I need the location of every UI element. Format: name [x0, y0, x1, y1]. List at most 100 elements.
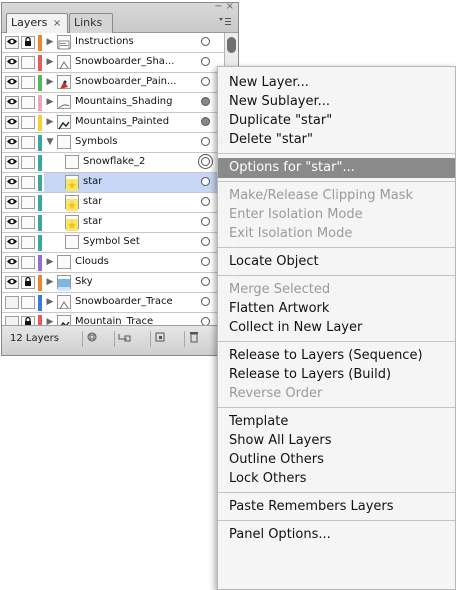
lock-toggle[interactable] — [21, 156, 35, 169]
target-icon[interactable] — [201, 277, 210, 286]
disclosure-closed-icon[interactable]: ▶ — [45, 56, 55, 68]
target-icon[interactable] — [201, 237, 210, 246]
layer-row[interactable]: Snowflake_2 — [2, 153, 224, 173]
tab-layers[interactable]: Layers × — [6, 13, 68, 33]
disclosure-closed-icon[interactable]: ▶ — [45, 36, 55, 48]
layer-name-cell[interactable]: ▶ Mountains_Painted — [44, 113, 224, 132]
target-icon[interactable] — [201, 37, 210, 46]
menu-item[interactable]: Release to Layers (Build) — [218, 365, 455, 385]
lock-toggle[interactable] — [21, 136, 35, 149]
menu-item[interactable]: Release to Layers (Sequence) — [218, 346, 455, 366]
menu-item[interactable]: Panel Options... — [218, 525, 455, 545]
menu-item[interactable]: Template — [218, 412, 455, 432]
layer-row[interactable]: star — [2, 193, 224, 213]
lock-toggle[interactable] — [21, 296, 35, 309]
menu-item[interactable]: Show All Layers — [218, 431, 455, 451]
target-icon[interactable] — [201, 157, 210, 166]
disclosure-open-icon[interactable]: ▼ — [45, 136, 55, 148]
lock-toggle[interactable] — [21, 196, 35, 209]
layer-row[interactable]: star — [2, 173, 224, 193]
eye-icon[interactable] — [5, 156, 19, 169]
lock-toggle[interactable] — [21, 176, 35, 189]
menu-item[interactable]: Flatten Artwork — [218, 299, 455, 319]
layer-row[interactable]: ▶ Mountains_Shading — [2, 93, 224, 113]
target-icon[interactable] — [201, 97, 210, 106]
lock-toggle[interactable] — [21, 96, 35, 109]
layer-row[interactable]: ▶ Mountains_Painted — [2, 113, 224, 133]
layer-row[interactable]: ▶ Clouds — [2, 253, 224, 273]
eye-icon[interactable] — [5, 36, 19, 49]
target-icon[interactable] — [201, 77, 210, 86]
minimize-icon[interactable]: − — [214, 2, 222, 12]
new-sublayer-button[interactable] — [114, 331, 133, 347]
eye-icon[interactable] — [5, 136, 19, 149]
disclosure-closed-icon[interactable]: ▶ — [45, 256, 55, 268]
menu-item[interactable]: Duplicate "star" — [218, 111, 455, 131]
disclosure-closed-icon[interactable]: ▶ — [45, 276, 55, 288]
tab-close-icon[interactable]: × — [53, 18, 61, 29]
tab-links[interactable]: Links — [69, 13, 113, 33]
menu-item[interactable]: New Layer... — [218, 73, 455, 93]
eye-icon[interactable] — [5, 256, 19, 269]
target-icon[interactable] — [201, 177, 210, 186]
lock-toggle[interactable] — [21, 256, 35, 269]
target-icon[interactable] — [201, 137, 210, 146]
make-clipping-mask-button[interactable] — [82, 331, 101, 347]
layer-name-cell[interactable]: star — [44, 193, 224, 212]
layer-row[interactable]: ▶ Snowboarder_Pain... — [2, 73, 224, 93]
layer-name-cell[interactable]: ▼ Symbols — [44, 133, 224, 152]
menu-item[interactable]: Paste Remembers Layers — [218, 497, 455, 517]
disclosure-closed-icon[interactable]: ▶ — [45, 296, 55, 308]
menu-item[interactable]: Delete "star" — [218, 130, 455, 150]
lock-toggle[interactable] — [21, 236, 35, 249]
menu-item[interactable]: New Sublayer... — [218, 92, 455, 112]
layer-name-cell[interactable]: ▶ Sky — [44, 273, 224, 292]
close-icon[interactable]: × — [226, 2, 234, 12]
layer-name-cell[interactable]: ▶ Snowboarder_Sha... — [44, 53, 224, 72]
target-icon[interactable] — [201, 197, 210, 206]
layer-row[interactable]: ▶ Snowboarder_Sha... — [2, 53, 224, 73]
layer-name-cell[interactable]: ▶ Snowboarder_Trace — [44, 293, 224, 312]
scrollbar-thumb[interactable] — [227, 37, 236, 53]
lock-toggle[interactable] — [21, 56, 35, 69]
eye-icon[interactable] — [5, 276, 19, 289]
lock-toggle[interactable] — [21, 76, 35, 89]
lock-toggle[interactable] — [21, 216, 35, 229]
lock-icon[interactable] — [21, 36, 35, 49]
menu-item[interactable]: Collect in New Layer — [218, 318, 455, 338]
disclosure-closed-icon[interactable]: ▶ — [45, 116, 55, 128]
disclosure-closed-icon[interactable]: ▶ — [45, 96, 55, 108]
eye-icon[interactable] — [5, 196, 19, 209]
layer-row[interactable]: ▶ Instructions — [2, 33, 224, 53]
lock-toggle[interactable] — [21, 116, 35, 129]
layer-row[interactable]: ▶ Snowboarder_Trace — [2, 293, 224, 313]
layer-name-cell[interactable]: ▶ Clouds — [44, 253, 224, 272]
disclosure-closed-icon[interactable]: ▶ — [45, 76, 55, 88]
layer-name-cell[interactable]: ▶ Snowboarder_Pain... — [44, 73, 224, 92]
eye-icon[interactable] — [5, 116, 19, 129]
eye-icon[interactable] — [5, 76, 19, 89]
layer-name-cell[interactable]: Symbol Set — [44, 233, 224, 252]
layer-row[interactable]: ▶ Sky — [2, 273, 224, 293]
eye-icon[interactable] — [5, 216, 19, 229]
target-icon[interactable] — [201, 217, 210, 226]
eye-icon[interactable] — [5, 96, 19, 109]
layer-row[interactable]: Symbol Set — [2, 233, 224, 253]
target-icon[interactable] — [201, 257, 210, 266]
menu-item[interactable]: Options for "star"... — [218, 158, 455, 178]
layer-name-cell[interactable]: ▶ Mountains_Shading — [44, 93, 224, 112]
target-icon[interactable] — [201, 297, 210, 306]
eye-icon[interactable] — [5, 56, 19, 69]
layer-row[interactable]: star — [2, 213, 224, 233]
layer-name-cell[interactable]: ▶ Instructions — [44, 33, 224, 52]
eye-icon[interactable] — [5, 176, 19, 189]
lock-icon[interactable] — [21, 276, 35, 289]
panel-menu-icon[interactable] — [218, 17, 232, 29]
visibility-off-toggle[interactable] — [5, 296, 19, 309]
menu-item[interactable]: Locate Object — [218, 252, 455, 272]
layer-name-cell[interactable]: star — [44, 213, 224, 232]
menu-item[interactable]: Outline Others — [218, 450, 455, 470]
layer-row[interactable]: ▼ Symbols — [2, 133, 224, 153]
delete-layer-button[interactable] — [184, 331, 203, 347]
layer-name-cell[interactable]: Snowflake_2 — [44, 153, 224, 172]
